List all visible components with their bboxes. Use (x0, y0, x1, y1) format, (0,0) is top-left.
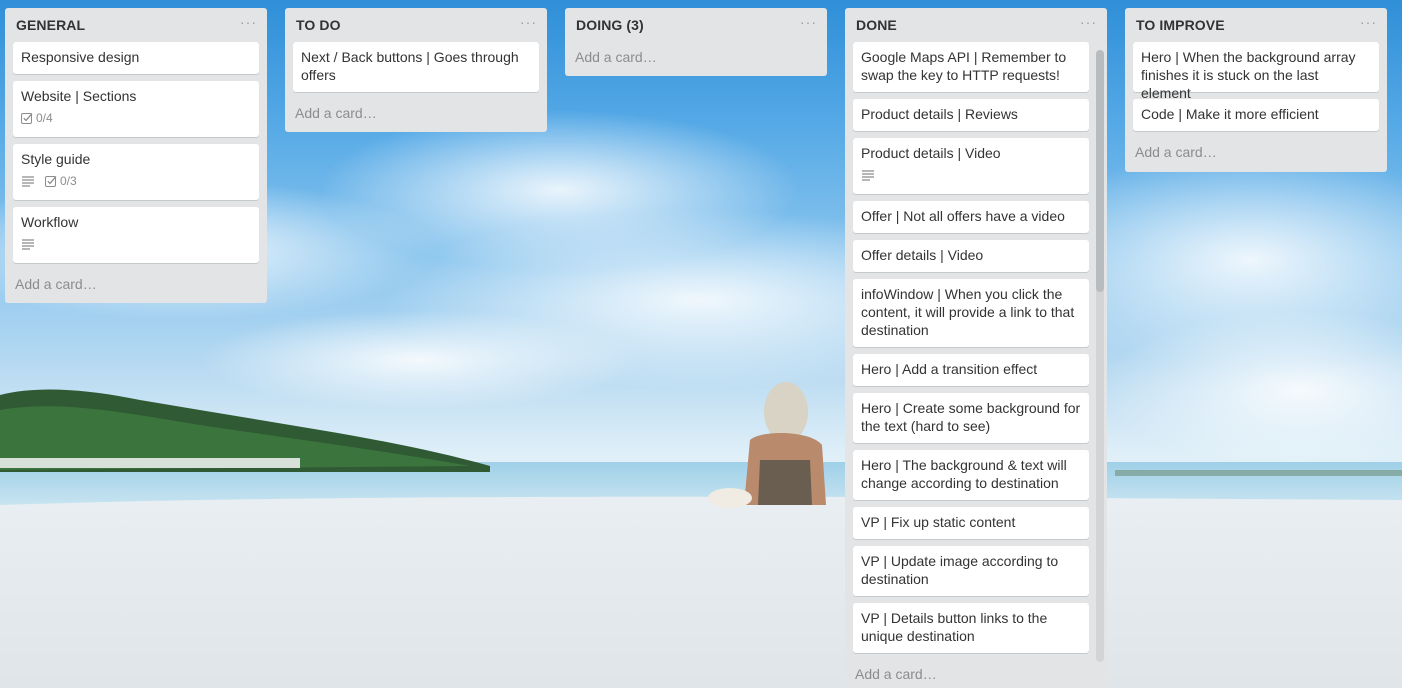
card-list: Hero | When the background array finishe… (1125, 42, 1387, 131)
add-card-button[interactable]: Add a card… (565, 42, 827, 74)
list-title: TO DO (296, 17, 341, 33)
card[interactable]: Hero | When the background array finishe… (1133, 42, 1379, 101)
card-badges (21, 236, 251, 252)
card-badges: 0/3 (21, 173, 251, 189)
card[interactable]: Google Maps API | Remember to swap the k… (853, 42, 1089, 92)
card[interactable]: infoWindow | When you click the content,… (853, 279, 1089, 347)
card-list: Next / Back buttons | Goes through offer… (285, 42, 547, 92)
card-title: Code | Make it more efficient (1141, 106, 1319, 122)
card[interactable]: Product details | Reviews (853, 99, 1089, 131)
card[interactable]: VP | Details button links to the unique … (853, 603, 1089, 653)
card-title: VP | Details button links to the unique … (861, 610, 1048, 644)
card-list: Google Maps API | Remember to swap the k… (845, 42, 1107, 653)
list-to-do: TO DO ··· Next / Back buttons | Goes thr… (285, 8, 547, 132)
add-card-button[interactable]: Add a card… (845, 660, 947, 688)
card-title: Style guide (21, 151, 91, 167)
card-title: VP | Fix up static content (861, 514, 1016, 530)
card[interactable]: Workflow (13, 207, 259, 263)
card[interactable]: VP | Update image according to destinati… (853, 546, 1089, 596)
card[interactable]: Responsive design (13, 42, 259, 74)
checklist-badge: 0/4 (21, 109, 53, 127)
card-title: Hero | Create some background for the te… (861, 400, 1081, 434)
more-icon[interactable]: ··· (520, 14, 537, 30)
list-title: GENERAL (16, 17, 86, 33)
card-title: Product details | Reviews (861, 106, 1018, 122)
list-title: DOING (3) (576, 17, 644, 33)
list-header: DONE ··· (845, 8, 1107, 42)
card-title: Hero | Add a transition effect (861, 361, 1038, 377)
card-badges (861, 167, 1081, 183)
card-title: Website | Sections (21, 88, 137, 104)
add-card-button[interactable]: Add a card… (285, 99, 547, 130)
description-badge (861, 169, 875, 181)
card-title: Responsive design (21, 49, 140, 65)
more-icon[interactable]: ··· (1360, 14, 1377, 30)
description-badge (21, 175, 35, 187)
card[interactable]: Product details | Video (853, 138, 1089, 194)
card[interactable]: Hero | The background & text will change… (853, 450, 1089, 500)
list-header: TO DO ··· (285, 8, 547, 42)
card-title: Next / Back buttons | Goes through offer… (301, 49, 519, 83)
card-title: Offer | Not all offers have a video (861, 208, 1065, 224)
card-title: Hero | The background & text will change… (861, 457, 1067, 491)
checklist-count: 0/4 (36, 111, 53, 125)
board: GENERAL ··· Responsive design Website | … (0, 0, 1402, 688)
list-header: GENERAL ··· (5, 8, 267, 42)
list-scroll-area[interactable]: Google Maps API | Remember to swap the k… (845, 42, 1107, 664)
card-title: Workflow (21, 214, 79, 230)
list-title: DONE (856, 17, 897, 33)
more-icon[interactable]: ··· (800, 14, 817, 30)
card[interactable]: Website | Sections 0/4 (13, 81, 259, 137)
card[interactable]: Offer | Not all offers have a video (853, 201, 1089, 233)
card[interactable]: VP | Fix up static content (853, 507, 1089, 539)
list-header: TO IMPROVE ··· (1125, 8, 1387, 42)
list-general: GENERAL ··· Responsive design Website | … (5, 8, 267, 303)
card-title: Product details | Video (861, 145, 1001, 161)
description-icon (861, 169, 875, 181)
card-title: VP | Update image according to destinati… (861, 553, 1059, 587)
card[interactable]: Hero | Create some background for the te… (853, 393, 1089, 443)
scrollbar-thumb[interactable] (1096, 50, 1104, 292)
add-card-button[interactable]: Add a card… (1125, 138, 1387, 169)
checklist-badge: 0/3 (45, 172, 77, 190)
description-badge (21, 238, 35, 250)
checklist-icon (45, 175, 57, 187)
checklist-count: 0/3 (60, 174, 77, 188)
checklist-icon (21, 112, 33, 124)
more-icon[interactable]: ··· (240, 14, 257, 30)
list-doing: DOING (3) ··· Add a card… (565, 8, 827, 76)
description-icon (21, 175, 35, 187)
list-title: TO IMPROVE (1136, 17, 1225, 33)
card[interactable]: Code | Make it more efficient (1133, 99, 1379, 131)
card-title: Google Maps API | Remember to swap the k… (861, 49, 1067, 83)
card[interactable]: Hero | Add a transition effect (853, 354, 1089, 386)
card[interactable]: Style guide 0/3 (13, 144, 259, 200)
list-header: DOING (3) ··· (565, 8, 827, 42)
card-list: Responsive design Website | Sections 0/4… (5, 42, 267, 263)
list-to-improve: TO IMPROVE ··· Hero | When the backgroun… (1125, 8, 1387, 172)
card-title: Hero | When the background array finishe… (1141, 49, 1356, 101)
more-icon[interactable]: ··· (1080, 14, 1097, 30)
description-icon (21, 238, 35, 250)
card[interactable]: Next / Back buttons | Goes through offer… (293, 42, 539, 92)
card-title: infoWindow | When you click the content,… (861, 286, 1075, 338)
card[interactable]: Offer details | Video (853, 240, 1089, 272)
card-title: Offer details | Video (861, 247, 984, 263)
list-done: DONE ··· Google Maps API | Remember to s… (845, 8, 1107, 688)
add-card-button[interactable]: Add a card… (5, 270, 267, 301)
card-badges: 0/4 (21, 110, 251, 126)
